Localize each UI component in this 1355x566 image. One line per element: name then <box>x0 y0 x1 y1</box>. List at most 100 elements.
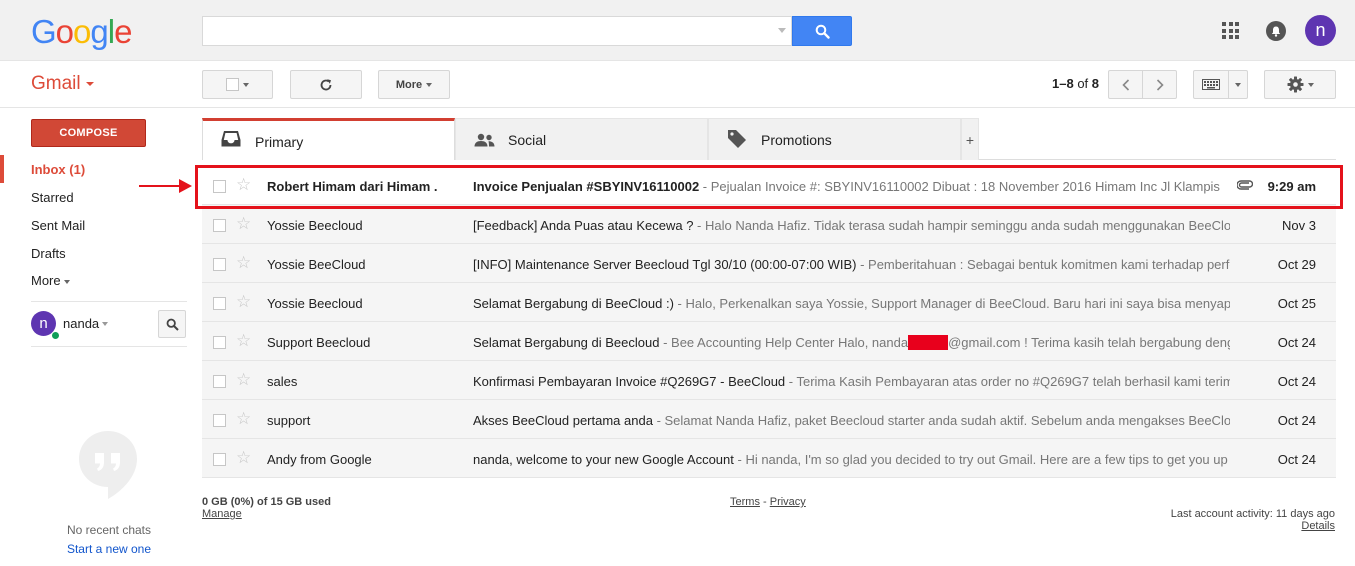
privacy-link[interactable]: Privacy <box>770 496 806 508</box>
settings-button[interactable] <box>1264 70 1336 99</box>
tab-primary-label: Primary <box>255 134 304 150</box>
activity-details-link[interactable]: Details <box>1301 520 1335 532</box>
email-sender: Yossie Beecloud <box>267 218 363 233</box>
email-row[interactable]: ☆ Yossie Beecloud Selamat Bergabung di Bee… <box>202 283 1336 322</box>
logo-letter: o <box>73 13 91 50</box>
email-snippet: - Bee Accounting Help Center Halo, nanda <box>659 335 909 350</box>
star-icon[interactable]: ☆ <box>236 449 251 466</box>
logo-letter: g <box>90 13 108 50</box>
notifications-bell-icon[interactable] <box>1266 21 1286 41</box>
star-icon[interactable]: ☆ <box>236 410 251 427</box>
refresh-icon <box>320 78 332 90</box>
tab-social[interactable]: Social <box>455 118 708 160</box>
top-bar: Google n <box>0 0 1355 61</box>
manage-storage-link[interactable]: Manage <box>202 508 242 520</box>
apps-grid-icon[interactable] <box>1222 22 1239 39</box>
email-content: Selamat Bergabung di Beecloud - Bee Acco… <box>473 335 1230 350</box>
email-sender: Support Beecloud <box>267 335 371 350</box>
input-tools-menu-button[interactable] <box>1228 70 1248 99</box>
email-select-checkbox[interactable] <box>213 180 226 193</box>
email-select-checkbox[interactable] <box>213 258 226 271</box>
gmail-app-switcher[interactable]: Gmail <box>31 73 94 95</box>
sidebar-item-sent-mail[interactable]: Sent Mail <box>31 218 85 233</box>
hangouts-search-button[interactable] <box>158 310 186 338</box>
tag-icon <box>728 130 746 148</box>
email-row[interactable]: ☆ Robert Himam dari Himam . Invoice Penjua… <box>202 166 1336 205</box>
start-new-chat-link[interactable]: Start a new one <box>31 542 187 556</box>
tab-primary[interactable]: Primary <box>202 118 455 160</box>
email-row[interactable]: ☆ Yossie BeeCloud [INFO] Maintenance Serve… <box>202 244 1336 283</box>
star-icon[interactable]: ☆ <box>236 293 251 310</box>
attachment-icon <box>1237 180 1253 190</box>
chevron-down-icon <box>1307 82 1314 87</box>
search-icon <box>166 318 179 331</box>
chevron-down-icon <box>63 279 70 284</box>
hangouts-user-name[interactable]: nanda <box>63 316 99 331</box>
email-select-checkbox[interactable] <box>213 453 226 466</box>
email-select-checkbox[interactable] <box>213 297 226 310</box>
paging-range: 1–8 <box>1052 76 1074 91</box>
email-row[interactable]: ☆ Andy from Google nanda, welcome to your … <box>202 439 1336 478</box>
storage-usage: 0 GB (0%) of 15 GB used <box>202 496 331 508</box>
email-select-checkbox[interactable] <box>213 375 226 388</box>
email-subject: Invoice Penjualan #SBYINV16110002 <box>473 179 700 194</box>
star-icon[interactable]: ☆ <box>236 332 251 349</box>
tab-promotions[interactable]: Promotions <box>708 118 961 160</box>
input-tools-button[interactable] <box>1193 70 1229 99</box>
email-subject: [Feedback] Anda Puas atau Kecewa ? <box>473 218 694 233</box>
account-avatar[interactable]: n <box>1305 15 1336 46</box>
more-actions-button[interactable]: More <box>378 70 450 99</box>
category-tabs: Primary Social Promotions + <box>202 118 1336 160</box>
compose-button[interactable]: COMPOSE <box>31 119 146 147</box>
email-select-checkbox[interactable] <box>213 219 226 232</box>
sidebar-item-inbox[interactable]: Inbox (1) <box>31 162 85 177</box>
sidebar-item-more[interactable]: More <box>31 273 70 288</box>
online-status-icon <box>51 331 60 340</box>
email-date: Oct 24 <box>1277 452 1316 467</box>
terms-link[interactable]: Terms <box>730 496 760 508</box>
newer-button[interactable] <box>1108 70 1143 99</box>
sidebar-item-starred[interactable]: Starred <box>31 190 74 205</box>
email-snippet: - Pemberitahuan : Sebagai bentuk komitme… <box>856 257 1230 272</box>
email-row[interactable]: ☆ sales Konfirmasi Pembayaran Invoice #Q26… <box>202 361 1336 400</box>
sidebar-item-drafts[interactable]: Drafts <box>31 246 66 261</box>
star-icon[interactable]: ☆ <box>236 176 251 193</box>
tab-social-label: Social <box>508 132 547 148</box>
star-icon[interactable]: ☆ <box>236 254 251 271</box>
email-content: [INFO] Maintenance Server Beecloud Tgl 3… <box>473 257 1230 272</box>
email-content: nanda, welcome to your new Google Accoun… <box>473 452 1230 467</box>
star-icon[interactable]: ☆ <box>236 371 251 388</box>
add-tab-button[interactable]: + <box>961 118 979 160</box>
star-icon[interactable]: ☆ <box>236 215 251 232</box>
email-row[interactable]: ☆ Support Beecloud Selamat Bergabung di Be… <box>202 322 1336 361</box>
older-button[interactable] <box>1142 70 1177 99</box>
no-recent-chats-text: No recent chats <box>66 523 152 537</box>
email-date: Oct 24 <box>1277 374 1316 389</box>
email-sender: Robert Himam dari Himam . <box>267 179 438 194</box>
paging-total: 8 <box>1091 76 1100 91</box>
chevron-down-icon <box>426 82 433 87</box>
refresh-button[interactable] <box>290 70 362 99</box>
search-button[interactable] <box>792 16 852 46</box>
redaction-block <box>908 335 949 350</box>
chevron-down-icon[interactable] <box>102 322 108 326</box>
email-content: Invoice Penjualan #SBYINV16110002 - Peju… <box>473 179 1230 194</box>
email-select-checkbox[interactable] <box>213 414 226 427</box>
search-options-caret-icon[interactable] <box>778 28 786 33</box>
search-input[interactable] <box>202 16 792 46</box>
email-select-checkbox[interactable] <box>213 336 226 349</box>
select-all-button[interactable] <box>202 70 273 99</box>
manage-storage-link-wrap: Manage <box>202 508 242 520</box>
pagination-info: 1–8 of 8 <box>1052 76 1099 91</box>
email-snippet: - Pejualan Invoice #: SBYINV16110002 Dib… <box>699 179 1220 194</box>
google-logo[interactable]: Google <box>31 13 132 51</box>
hangouts-quote-icon <box>79 431 137 499</box>
email-sender: sales <box>267 374 298 389</box>
email-row[interactable]: ☆ support Akses BeeCloud pertama anda - Se… <box>202 400 1336 439</box>
logo-letter: o <box>55 13 74 50</box>
email-date: Nov 3 <box>1282 218 1316 233</box>
email-row[interactable]: ☆ Yossie Beecloud [Feedback] Anda Puas ata… <box>202 205 1336 244</box>
keyboard-icon <box>1202 79 1220 90</box>
logo-letter: G <box>31 13 57 50</box>
email-date: Oct 25 <box>1277 296 1316 311</box>
